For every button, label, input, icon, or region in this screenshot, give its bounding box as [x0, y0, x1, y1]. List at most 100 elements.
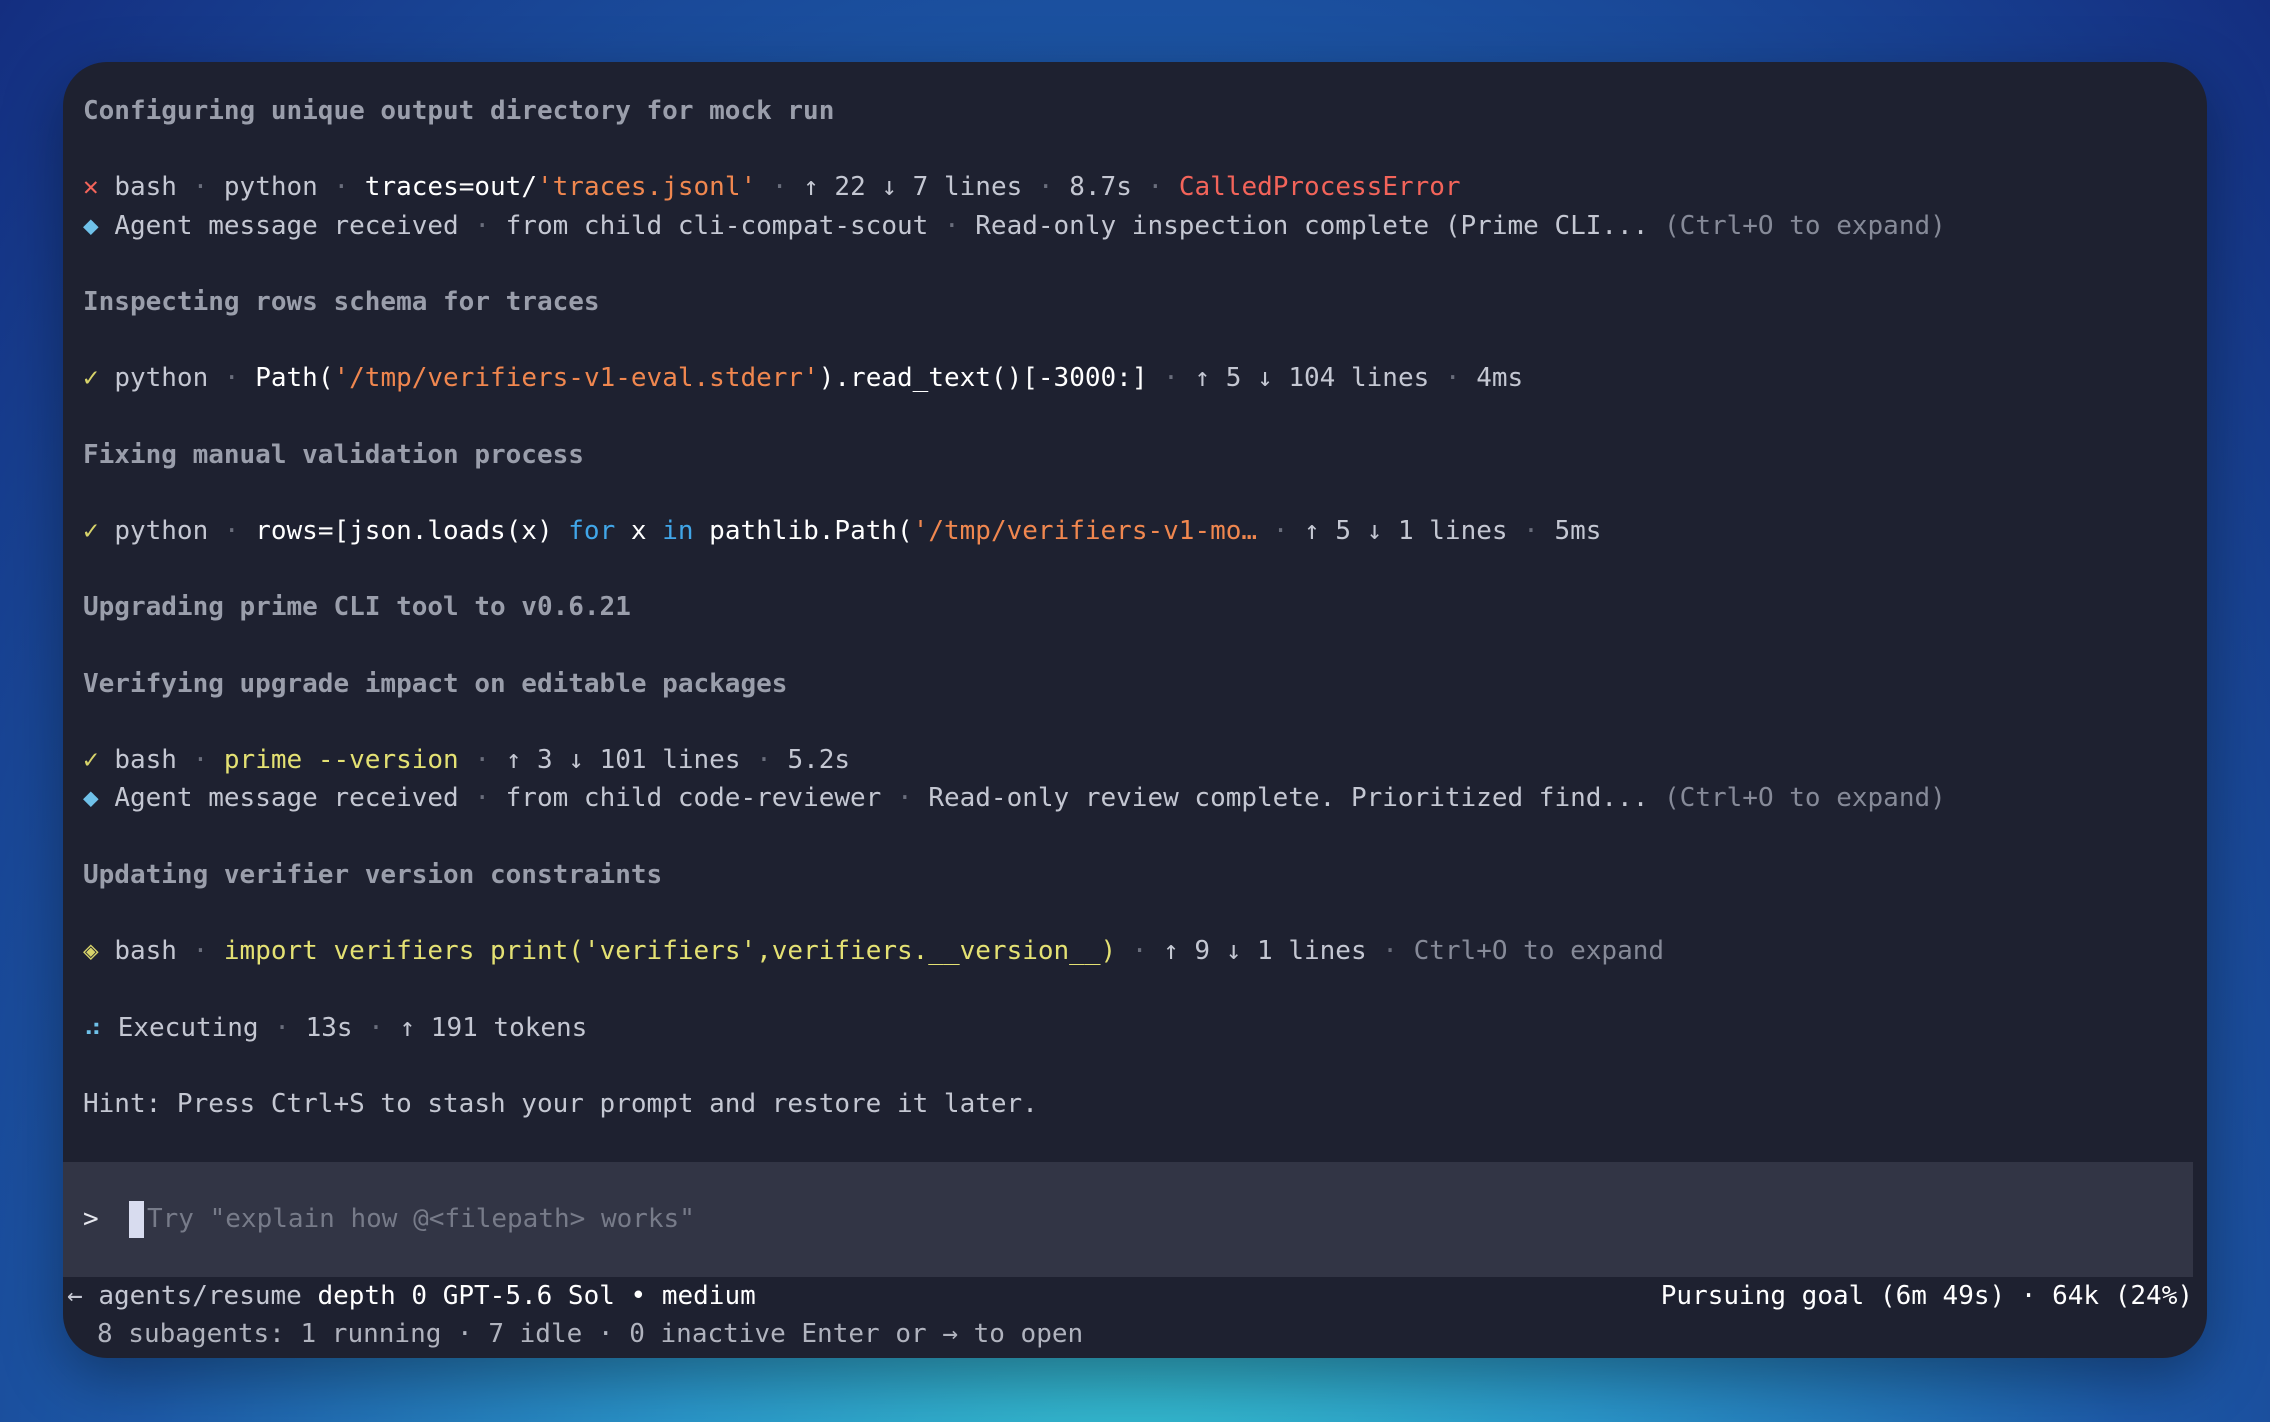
tool-call-segment: Read-only review complete. Prioritized f…: [928, 783, 1649, 814]
tool-call-segment: bash: [114, 172, 177, 203]
spinner-icon: ⠴: [83, 1012, 103, 1043]
separator: ·: [1116, 936, 1164, 967]
separator: ·: [928, 210, 976, 241]
separator: ·: [1366, 936, 1414, 967]
hint-text: Hint: Press Ctrl+S to stash your prompt …: [83, 1088, 1038, 1119]
step-heading: Verifying upgrade impact on editable pac…: [83, 668, 788, 699]
tool-call-line[interactable]: ✓ python · Path('/tmp/verifiers-v1-eval.…: [83, 359, 2187, 397]
tool-call-line[interactable]: ◆ Agent message received · from child cl…: [83, 207, 2187, 245]
tool-call-segment: pathlib.Path(: [693, 516, 913, 547]
tool-call-segment: 13s: [305, 1012, 353, 1043]
text-cursor: [129, 1201, 144, 1238]
tool-call-segment: x: [615, 516, 663, 547]
tool-call-segment: python: [223, 172, 318, 203]
diamond-icon: ◆: [83, 210, 99, 241]
tool-call-segment: (Ctrl+O to expand): [1648, 783, 1946, 814]
separator: ·: [208, 363, 256, 394]
check-icon: ✓: [83, 745, 99, 776]
subagents-summary: 8 subagents: 1 running · 7 idle · 0 inac…: [97, 1319, 786, 1349]
tool-call-segment: 5ms: [1554, 516, 1602, 547]
tool-call-segment: '/tmp/verifiers-v1-eval.stderr': [333, 363, 819, 394]
tool-call-segment: prime --version: [223, 745, 459, 776]
prompt-caret: >: [83, 1204, 99, 1234]
tool-call-segment: python: [114, 363, 209, 394]
tool-call-segment: from child code-reviewer: [505, 783, 882, 814]
separator: ·: [1022, 172, 1070, 203]
tool-call-line[interactable]: ✕ bash · python · traces=out/'traces.jso…: [83, 168, 2187, 206]
tool-call-segment: ↑ 5 ↓ 1 lines: [1304, 516, 1508, 547]
separator: ·: [740, 745, 788, 776]
separator: ·: [176, 936, 224, 967]
model-indicator: GPT-5.6 Sol • medium: [442, 1281, 756, 1311]
tool-call-segment: traces=out/: [364, 172, 537, 203]
tool-call-line[interactable]: ✓ bash · prime --version · ↑ 3 ↓ 101 lin…: [83, 741, 2187, 779]
pending-icon: ◈: [83, 936, 99, 967]
step-heading: Inspecting rows schema for traces: [83, 286, 600, 317]
tool-call-line[interactable]: ⠴ Executing · 13s · ↑ 191 tokens: [83, 1009, 2187, 1047]
separator: ·: [352, 1012, 400, 1043]
tool-call-segment: 8.7s: [1069, 172, 1132, 203]
tool-call-segment: in: [662, 516, 694, 547]
depth-indicator: depth 0: [317, 1281, 428, 1311]
tool-call-segment: for: [568, 516, 616, 547]
separator: ·: [881, 783, 929, 814]
tool-call-segment: from child cli-compat-scout: [505, 210, 929, 241]
separator: ·: [208, 516, 256, 547]
open-hint: Enter or → to open: [801, 1319, 1084, 1349]
separator: ·: [458, 210, 506, 241]
tool-call-segment: python: [114, 516, 209, 547]
separator: ·: [458, 745, 506, 776]
subagents-bar[interactable]: 8 subagents: 1 running · 7 idle · 0 inac…: [97, 1315, 1083, 1353]
tool-call-segment: rows=[json.loads(x): [255, 516, 569, 547]
tool-call-line[interactable]: ✓ python · rows=[json.loads(x) for x in …: [83, 512, 2187, 550]
terminal-window: Configuring unique output directory for …: [63, 62, 2207, 1358]
separator: ·: [258, 1012, 306, 1043]
tool-call-segment: Executing: [117, 1012, 259, 1043]
tool-call-segment: bash: [114, 936, 177, 967]
tool-call-segment: 4ms: [1476, 363, 1524, 394]
separator: ·: [756, 172, 804, 203]
prompt-input[interactable]: > Try "explain how @<filepath> works": [63, 1162, 2193, 1277]
separator: ·: [1429, 363, 1477, 394]
status-bar: ← agents/resume depth 0 GPT-5.6 Sol • me…: [63, 1277, 2193, 1315]
tool-call-segment: (Ctrl+O to expand): [1648, 210, 1946, 241]
tool-call-line[interactable]: ◆ Agent message received · from child co…: [83, 779, 2187, 817]
separator: ·: [176, 172, 224, 203]
tool-call-segment: bash: [114, 745, 177, 776]
tool-call-segment: Path(: [255, 363, 334, 394]
step-heading: Updating verifier version constraints: [83, 859, 663, 890]
prompt-placeholder: Try "explain how @<filepath> works": [147, 1204, 695, 1234]
separator: ·: [1147, 363, 1195, 394]
tool-call-segment: ↑ 22 ↓ 7 lines: [803, 172, 1023, 203]
tool-call-segment: Agent message received: [114, 783, 459, 814]
transcript: Configuring unique output directory for …: [83, 92, 2187, 1123]
separator: ·: [1257, 516, 1305, 547]
goal-status: Pursuing goal (6m 49s) · 64k (24%): [1660, 1281, 2193, 1311]
tool-call-segment: ).read_text()[-3000:]: [818, 363, 1148, 394]
tool-call-segment: 'traces.jsonl': [536, 172, 757, 203]
tool-call-segment: ↑ 3 ↓ 101 lines: [505, 745, 741, 776]
tool-call-segment: ↑ 9 ↓ 1 lines: [1163, 936, 1367, 967]
tool-call-segment: Ctrl+O to expand: [1413, 936, 1665, 967]
check-icon: ✓: [83, 516, 99, 547]
tool-call-segment: Read-only inspection complete (Prime CLI…: [975, 210, 1649, 241]
x-icon: ✕: [83, 172, 99, 203]
tool-call-segment: CalledProcessError: [1178, 172, 1461, 203]
back-arrow-icon[interactable]: ←: [67, 1281, 83, 1311]
tool-call-line[interactable]: ◈ bash · import verifiers print('verifie…: [83, 932, 2187, 970]
step-heading: Fixing manual validation process: [83, 439, 584, 470]
separator: ·: [1507, 516, 1555, 547]
session-path: agents/resume: [98, 1281, 302, 1311]
tool-call-segment: 5.2s: [787, 745, 851, 776]
step-heading: Upgrading prime CLI tool to v0.6.21: [83, 592, 631, 623]
separator: ·: [317, 172, 365, 203]
